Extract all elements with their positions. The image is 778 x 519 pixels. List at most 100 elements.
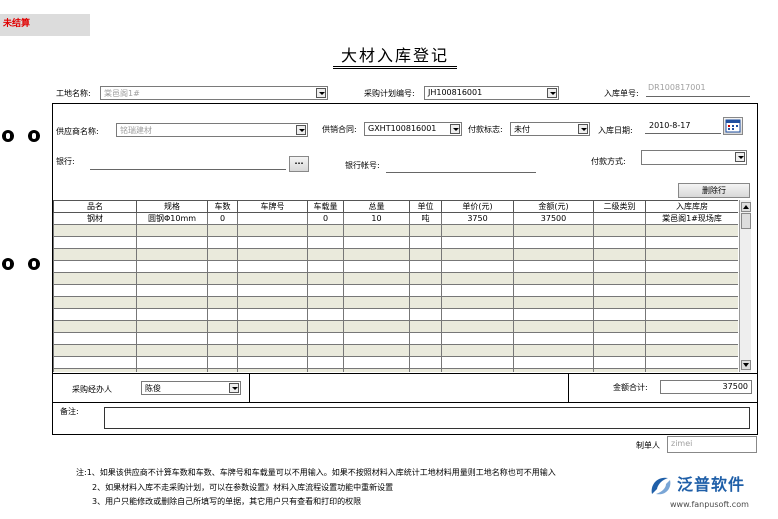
table-cell[interactable] xyxy=(307,332,344,345)
table-cell[interactable] xyxy=(237,260,308,273)
table-cell[interactable] xyxy=(53,260,137,273)
table-cell[interactable] xyxy=(136,368,208,372)
table-row[interactable] xyxy=(53,248,738,261)
table-cell[interactable] xyxy=(307,344,344,357)
bank-field[interactable] xyxy=(90,156,286,170)
scroll-up-icon[interactable] xyxy=(741,202,751,212)
table-cell[interactable] xyxy=(207,368,238,372)
table-cell[interactable] xyxy=(513,356,594,369)
table-cell[interactable] xyxy=(136,344,208,357)
table-cell[interactable] xyxy=(53,296,137,309)
dropdown-arrow-icon[interactable] xyxy=(229,383,239,393)
table-cell[interactable] xyxy=(593,248,646,261)
table-cell[interactable] xyxy=(307,296,344,309)
table-cell[interactable] xyxy=(207,284,238,297)
table-cell[interactable] xyxy=(513,368,594,372)
table-cell[interactable] xyxy=(207,260,238,273)
table-cell[interactable] xyxy=(307,368,344,372)
table-cell[interactable] xyxy=(136,320,208,333)
table-cell[interactable] xyxy=(593,320,646,333)
table-cell[interactable] xyxy=(513,344,594,357)
table-cell[interactable] xyxy=(136,260,208,273)
table-cell[interactable] xyxy=(136,296,208,309)
table-cell[interactable] xyxy=(207,308,238,321)
table-cell[interactable] xyxy=(237,332,308,345)
table-cell[interactable] xyxy=(441,368,514,372)
table-cell[interactable]: 37500 xyxy=(513,212,594,225)
table-cell[interactable] xyxy=(513,260,594,273)
table-cell[interactable] xyxy=(441,332,514,345)
table-cell[interactable] xyxy=(513,308,594,321)
table-cell[interactable]: 棠邑阁1#现场库 xyxy=(645,212,738,225)
table-cell[interactable] xyxy=(645,332,738,345)
table-cell[interactable] xyxy=(136,236,208,249)
table-cell[interactable] xyxy=(441,224,514,237)
table-cell[interactable] xyxy=(645,320,738,333)
table-cell[interactable] xyxy=(343,368,410,372)
table-cell[interactable] xyxy=(53,284,137,297)
table-cell[interactable] xyxy=(593,332,646,345)
table-cell[interactable] xyxy=(307,308,344,321)
table-cell[interactable] xyxy=(645,368,738,372)
bank-browse-button[interactable]: ··· xyxy=(289,156,309,172)
table-cell[interactable]: 10 xyxy=(343,212,410,225)
site-select[interactable]: 棠邑阁1# xyxy=(100,86,328,100)
table-cell[interactable] xyxy=(136,356,208,369)
table-row[interactable] xyxy=(53,308,738,321)
table-cell[interactable] xyxy=(645,284,738,297)
dropdown-arrow-icon[interactable] xyxy=(735,152,745,162)
table-cell[interactable] xyxy=(409,272,442,285)
table-cell[interactable] xyxy=(237,236,308,249)
grid-column-header[interactable]: 规格 xyxy=(136,200,208,213)
table-cell[interactable] xyxy=(207,224,238,237)
table-cell[interactable] xyxy=(53,368,137,372)
table-cell[interactable] xyxy=(645,308,738,321)
grid-column-header[interactable]: 总量 xyxy=(343,200,410,213)
dropdown-arrow-icon[interactable] xyxy=(450,124,460,134)
table-cell[interactable] xyxy=(441,356,514,369)
table-cell[interactable] xyxy=(645,356,738,369)
table-row[interactable] xyxy=(53,368,738,372)
table-cell[interactable] xyxy=(207,248,238,261)
table-cell[interactable] xyxy=(645,248,738,261)
table-cell[interactable] xyxy=(53,320,137,333)
calendar-icon[interactable] xyxy=(723,117,743,135)
table-cell[interactable] xyxy=(343,356,410,369)
table-cell[interactable] xyxy=(53,272,137,285)
table-row[interactable] xyxy=(53,344,738,357)
table-cell[interactable] xyxy=(237,272,308,285)
table-cell[interactable] xyxy=(409,236,442,249)
table-cell[interactable] xyxy=(593,308,646,321)
table-cell[interactable] xyxy=(237,248,308,261)
table-cell[interactable] xyxy=(513,320,594,333)
table-row[interactable] xyxy=(53,356,738,369)
table-cell[interactable] xyxy=(207,236,238,249)
table-cell[interactable] xyxy=(593,356,646,369)
table-cell[interactable] xyxy=(237,356,308,369)
contract-select[interactable]: GXHT100816001 xyxy=(364,122,462,136)
delete-row-button[interactable]: 删除行 xyxy=(678,183,750,198)
grid-column-header[interactable]: 金额(元) xyxy=(513,200,594,213)
table-cell[interactable] xyxy=(307,284,344,297)
table-row[interactable] xyxy=(53,332,738,345)
table-cell[interactable] xyxy=(307,320,344,333)
receipt-field[interactable]: DR100817001 xyxy=(646,83,750,97)
scroll-thumb[interactable] xyxy=(741,213,751,229)
table-cell[interactable] xyxy=(53,344,137,357)
table-cell[interactable] xyxy=(513,272,594,285)
table-cell[interactable] xyxy=(513,332,594,345)
table-cell[interactable] xyxy=(593,284,646,297)
table-cell[interactable] xyxy=(343,308,410,321)
table-cell[interactable] xyxy=(409,248,442,261)
table-cell[interactable] xyxy=(136,272,208,285)
date-field[interactable]: 2010-8-17 xyxy=(645,120,721,134)
grid-column-header[interactable]: 入库库房 xyxy=(645,200,738,213)
table-cell[interactable] xyxy=(409,260,442,273)
table-cell[interactable] xyxy=(237,308,308,321)
table-cell[interactable] xyxy=(343,296,410,309)
table-cell[interactable] xyxy=(237,296,308,309)
table-cell[interactable] xyxy=(136,332,208,345)
table-cell[interactable] xyxy=(513,224,594,237)
table-cell[interactable] xyxy=(343,224,410,237)
table-cell[interactable] xyxy=(409,308,442,321)
